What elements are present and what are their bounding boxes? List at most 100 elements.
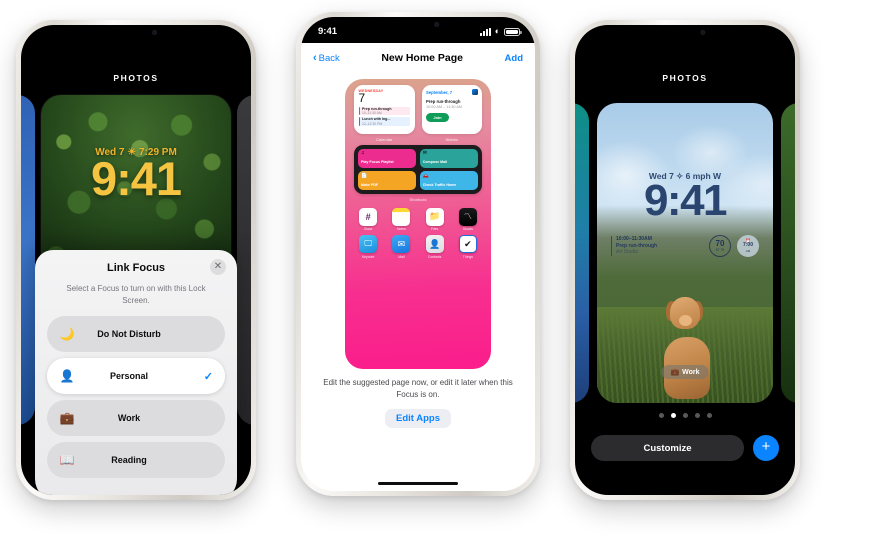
link-focus-sheet: Link Focus ✕ Select a Focus to turn on w… bbox=[35, 250, 237, 495]
focus-options-list: 🌙 Do Not Disturb 👤 Personal ✓ 💼 Work 📖 R… bbox=[47, 316, 225, 479]
bottom-action-bar: Customize + bbox=[591, 435, 779, 461]
app-icon-slack[interactable]: # Slack bbox=[354, 207, 382, 232]
app-label: Stocks bbox=[462, 227, 473, 232]
navigation-bar: ‹ Back New Home Page Add bbox=[301, 43, 535, 73]
calendar-widget-wrap[interactable]: WEDNESDAY 7 Prep run-through 10–11:30 AM… bbox=[354, 85, 415, 142]
lock-screen-peek-left[interactable] bbox=[575, 103, 589, 403]
lock-screen-time: 9:41 bbox=[90, 152, 182, 205]
chevron-left-icon: ‹ bbox=[313, 51, 317, 64]
home-page-footer: Edit the suggested page now, or edit it … bbox=[315, 377, 521, 428]
webex-header: September, 7 bbox=[426, 89, 478, 95]
app-icon-keynote[interactable]: 🖵 Keynote bbox=[354, 235, 382, 259]
notes-icon bbox=[392, 207, 411, 226]
screenshot-stage: PHOTOS Wed 7 ☀ 7:29 PM 9:41 Link Focus ✕… bbox=[0, 0, 870, 551]
lock-screen-peek-right[interactable] bbox=[237, 95, 251, 425]
notch bbox=[364, 17, 472, 32]
phone-left: PHOTOS Wed 7 ☀ 7:29 PM 9:41 Link Focus ✕… bbox=[16, 20, 256, 500]
lock-screen-widgets: 10:00–11:30AM Prep run-through Art Studi… bbox=[611, 235, 759, 257]
temperature-range: 57 75 bbox=[715, 248, 725, 253]
webex-widget-label: Webex bbox=[445, 136, 458, 142]
footer-note: Edit the suggested page now, or edit it … bbox=[323, 378, 513, 399]
focus-option-personal[interactable]: 👤 Personal ✓ bbox=[47, 358, 225, 395]
slack-icon: # bbox=[359, 207, 378, 226]
shortcut-tile-compose-mail[interactable]: ✉ Compose Mail bbox=[419, 148, 478, 168]
status-bar-time: 9:41 bbox=[318, 26, 338, 37]
calendar-event: Lunch with Ing... 12–12:30 PM bbox=[358, 117, 410, 127]
webex-widget-wrap[interactable]: September, 7 Prep run-through 10:00 AM –… bbox=[421, 85, 482, 142]
shortcut-tile-play-focus-playlist[interactable]: ♫ Play Focus Playlist bbox=[358, 148, 417, 168]
lock-screen-time: 9:41 bbox=[643, 176, 728, 225]
app-label: Slack bbox=[363, 227, 373, 232]
temperature-current: 70 bbox=[715, 238, 725, 248]
app-icon-stocks[interactable]: 〽 Stocks bbox=[454, 207, 482, 232]
status-bar-indicators: ◐ bbox=[479, 27, 522, 36]
phone-left-screen: PHOTOS Wed 7 ☀ 7:29 PM 9:41 Link Focus ✕… bbox=[21, 25, 251, 495]
focus-option-label: Reading bbox=[111, 455, 147, 466]
home-page-preview[interactable]: WEDNESDAY 7 Prep run-through 10–11:30 AM… bbox=[345, 79, 491, 369]
temperature-widget[interactable]: 70 57 75 bbox=[709, 235, 731, 257]
document-icon: 📄 bbox=[361, 172, 368, 179]
focus-option-work[interactable]: 💼 Work bbox=[47, 400, 225, 437]
page-dot[interactable] bbox=[694, 413, 700, 418]
webex-widget: September, 7 Prep run-through 10:00 AM –… bbox=[421, 85, 482, 134]
app-icon-mail[interactable]: ✉ Mail bbox=[387, 235, 415, 259]
lock-screen-peek-left[interactable] bbox=[21, 95, 35, 425]
notch bbox=[83, 25, 189, 40]
page-dots[interactable] bbox=[575, 413, 795, 418]
app-icon-contacts[interactable]: 👤 Contacts bbox=[421, 235, 449, 259]
calendar-widget: WEDNESDAY 7 Prep run-through 10–11:30 AM… bbox=[354, 85, 415, 134]
app-icon-notes[interactable]: Notes bbox=[387, 207, 415, 231]
webex-date: September, 7 bbox=[426, 89, 453, 95]
edit-apps-button[interactable]: Edit Apps bbox=[385, 409, 451, 428]
music-note-icon: ♫ bbox=[361, 150, 365, 156]
calendar-widget-location: Art Studio bbox=[616, 249, 638, 256]
shortcut-tile-label: Play Focus Playlist bbox=[361, 160, 394, 165]
webex-logo-icon bbox=[471, 89, 478, 95]
notch bbox=[634, 25, 736, 40]
app-icon-things[interactable]: ✔ Things bbox=[454, 235, 482, 259]
customize-button[interactable]: Customize bbox=[591, 435, 744, 461]
page-dot[interactable] bbox=[706, 413, 712, 418]
shortcut-tile-make-pdf[interactable]: 📄 Make PDF bbox=[358, 171, 417, 190]
lock-screen-peek-right[interactable] bbox=[781, 103, 795, 403]
check-icon: ✓ bbox=[203, 370, 213, 383]
phone-right: PHOTOS Wed 7 ✧ 6 mph W 9:41 10:00–11:30A… bbox=[570, 20, 800, 500]
focus-badge[interactable]: 💼 Work bbox=[661, 365, 709, 379]
calendar-widget[interactable]: 10:00–11:30AM Prep run-through Art Studi… bbox=[611, 235, 703, 257]
app-label: Contacts bbox=[427, 254, 442, 259]
gallery-label-right: PHOTOS bbox=[662, 73, 708, 83]
sheet-subtitle: Select a Focus to turn on with this Lock… bbox=[66, 284, 206, 305]
wallpaper-dog bbox=[648, 291, 722, 403]
files-icon: 📁 bbox=[425, 207, 444, 226]
page-dot[interactable] bbox=[682, 413, 688, 418]
add-lock-screen-button[interactable]: + bbox=[753, 435, 779, 461]
contacts-icon: 👤 bbox=[425, 235, 444, 254]
focus-option-label: Do Not Disturb bbox=[97, 329, 161, 340]
shortcuts-widget[interactable]: ♫ Play Focus Playlist ✉ Compose Mail 📄 M… bbox=[354, 144, 482, 194]
focus-option-do-not-disturb[interactable]: 🌙 Do Not Disturb bbox=[47, 316, 225, 353]
app-grid: # Slack Notes 📁 Files 〽 Stocks 🖵 Keynote… bbox=[354, 207, 482, 259]
page-dot[interactable] bbox=[658, 413, 664, 418]
new-home-page-sheet: ‹ Back New Home Page Add WEDNESDAY 7 Pre… bbox=[301, 43, 535, 491]
close-icon[interactable]: ✕ bbox=[210, 259, 226, 275]
calendar-widget-label: Calendar bbox=[376, 136, 393, 142]
focus-option-label: Personal bbox=[109, 371, 149, 382]
add-button[interactable]: Add bbox=[505, 53, 523, 64]
car-icon: 🚗 bbox=[422, 172, 429, 179]
briefcase-icon: 💼 bbox=[670, 369, 680, 376]
alarm-widget[interactable]: ⏰ 7:00 AM bbox=[737, 235, 759, 257]
calendar-widget-title: Prep run-through bbox=[616, 242, 658, 249]
back-button[interactable]: ‹ Back bbox=[313, 51, 340, 64]
join-button[interactable]: Join bbox=[426, 112, 449, 122]
home-indicator[interactable] bbox=[378, 481, 458, 485]
webex-event-title: Prep run-through bbox=[426, 98, 461, 104]
focus-option-reading[interactable]: 📖 Reading bbox=[47, 442, 225, 479]
shortcut-tile-check-traffic-home[interactable]: 🚗 Check Traffic Home bbox=[419, 171, 478, 190]
app-icon-files[interactable]: 📁 Files bbox=[421, 207, 449, 231]
page-dot-active[interactable] bbox=[670, 413, 676, 418]
app-label: Things bbox=[462, 254, 473, 259]
lock-screen-preview-right[interactable]: Wed 7 ✧ 6 mph W 9:41 10:00–11:30AM Prep … bbox=[597, 103, 773, 403]
shortcut-tile-label: Make PDF bbox=[361, 182, 379, 187]
phone-center: 9:41 ◐ ‹ Back New Home Page Add WEDNESDA… bbox=[296, 12, 540, 496]
back-button-label: Back bbox=[318, 52, 340, 64]
